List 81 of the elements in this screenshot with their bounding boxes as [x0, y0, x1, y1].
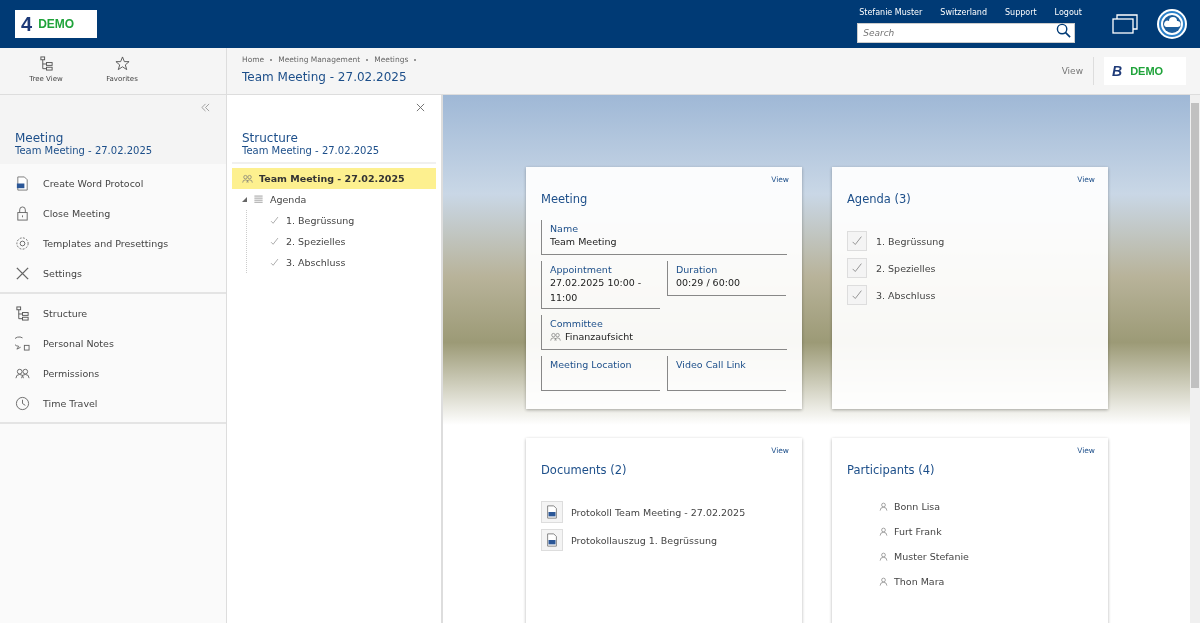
- document-link[interactable]: Protokoll Team Meeting - 27.02.2025: [571, 506, 746, 518]
- header-link[interactable]: Support: [1005, 7, 1037, 17]
- person-icon: [879, 527, 888, 536]
- close-icon[interactable]: [416, 103, 425, 112]
- field-label: Meeting Location: [550, 359, 633, 370]
- word-document-icon: [15, 175, 30, 191]
- field-label: Duration: [676, 264, 719, 275]
- checkmark-icon: [269, 236, 280, 247]
- sidebar-item[interactable]: Close Meeting: [0, 198, 226, 228]
- sidebar-item[interactable]: Templates and Presettings: [0, 228, 226, 258]
- card-title: Documents (2): [541, 463, 628, 477]
- sidebar-item[interactable]: Settings: [0, 258, 226, 288]
- group-icon: [242, 173, 253, 184]
- checkmark-icon: [269, 215, 280, 226]
- page-title: Team Meeting - 27.02.2025: [242, 70, 408, 84]
- participant-name[interactable]: Bonn Lisa: [894, 501, 941, 512]
- field-label: Committee: [550, 318, 604, 329]
- field-label: Name: [550, 223, 580, 234]
- sidebar-title: Meeting: [15, 131, 65, 145]
- sidebar-item[interactable]: Permissions: [0, 358, 226, 388]
- collapse-icon[interactable]: [201, 103, 210, 112]
- card-title: Meeting: [541, 192, 589, 206]
- star-icon: [114, 56, 130, 71]
- header-link[interactable]: Stefanie Muster: [859, 7, 923, 17]
- header-link[interactable]: Logout: [1054, 7, 1082, 17]
- checkmark-icon: [850, 261, 864, 275]
- search-icon[interactable]: [1056, 22, 1072, 38]
- card-title: Agenda (3): [847, 192, 912, 206]
- tree-item[interactable]: Agenda: [232, 189, 436, 210]
- checklist-label[interactable]: 3. Abschluss: [876, 289, 936, 301]
- checklist-label[interactable]: 2. Spezielles: [876, 262, 936, 274]
- checkmark-icon: [269, 257, 280, 268]
- checkmark-icon: [850, 288, 864, 302]
- scrollbar[interactable]: [1190, 95, 1200, 623]
- participant-name[interactable]: Thon Mara: [894, 576, 945, 587]
- view-link[interactable]: View: [1061, 57, 1094, 85]
- checkbox[interactable]: [847, 285, 867, 305]
- list-icon: [253, 194, 264, 205]
- document-icon: [541, 501, 563, 523]
- checkmark-icon: [850, 234, 864, 248]
- person-icon: [879, 502, 888, 511]
- panel-subtitle: Team Meeting - 27.02.2025: [242, 145, 381, 156]
- search-field[interactable]: Search: [857, 22, 1076, 43]
- document-link[interactable]: Protokollauszug 1. Begrüssung: [571, 534, 718, 546]
- tree-structure-icon: [15, 305, 30, 321]
- checklist-label[interactable]: 1. Begrüssung: [876, 235, 945, 247]
- participant-name[interactable]: Furt Frank: [894, 526, 942, 537]
- tree-item[interactable]: 2. Spezielles: [259, 231, 436, 252]
- cloud-sync-icon[interactable]: [1156, 8, 1188, 40]
- settings-icon: [15, 235, 30, 251]
- checkbox[interactable]: [847, 258, 867, 278]
- field-value: 27.02.2025 10:00 - 11:00: [550, 276, 643, 305]
- header-link[interactable]: Switzerland: [940, 7, 987, 17]
- lock-icon: [15, 205, 30, 221]
- sidebar-subtitle: Team Meeting - 27.02.2025: [15, 145, 154, 156]
- panel-title: Structure: [242, 131, 299, 145]
- sidebar-item[interactable]: Personal Notes: [0, 328, 226, 358]
- document-icon: [541, 529, 563, 551]
- logo[interactable]: 4 DEMO: [15, 10, 97, 38]
- tree-item[interactable]: Team Meeting - 27.02.2025: [232, 168, 436, 189]
- field-value: 00:29 / 60:00: [676, 276, 740, 290]
- field-value: Finanzaufsicht: [565, 330, 633, 344]
- participant-name[interactable]: Muster Stefanie: [894, 551, 969, 562]
- person-icon: [879, 577, 888, 586]
- card-title: Participants (4): [847, 463, 936, 477]
- windows-icon[interactable]: [1112, 14, 1138, 34]
- person-icon: [879, 552, 888, 561]
- clock-icon: [15, 395, 30, 411]
- sidebar-item[interactable]: Structure: [0, 298, 226, 328]
- brand-logo: B DEMO: [1104, 57, 1186, 85]
- field-value: Team Meeting: [550, 235, 617, 249]
- field-label: Video Call Link: [676, 359, 747, 370]
- field-label: Appointment: [550, 264, 613, 275]
- sidebar-item[interactable]: Create Word Protocol: [0, 168, 226, 198]
- expand-arrow-icon[interactable]: [242, 197, 247, 202]
- group-icon: [550, 331, 561, 342]
- tree-item[interactable]: 3. Abschluss: [259, 252, 436, 273]
- checkbox[interactable]: [847, 231, 867, 251]
- sidebar-item[interactable]: Time Travel: [0, 388, 226, 418]
- tree-item[interactable]: 1. Begrüssung: [259, 210, 436, 231]
- tree-structure-icon: [38, 56, 54, 71]
